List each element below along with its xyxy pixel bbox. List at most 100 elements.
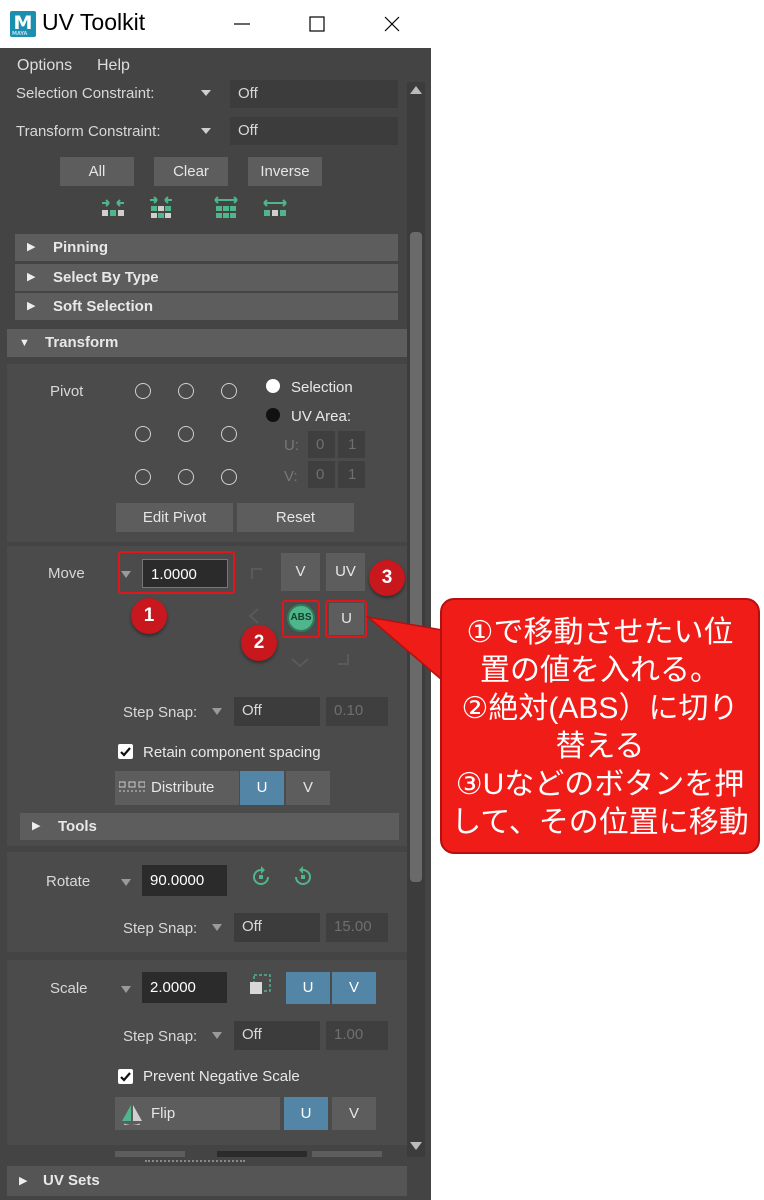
pivot-radio-center[interactable] [178,426,194,442]
flip-button[interactable]: Flip [115,1097,280,1130]
move-step-snap-field[interactable]: Off [234,697,320,726]
section-transform-label: Transform [45,334,119,351]
scale-dropdown-icon[interactable] [121,986,131,993]
selection-constraint-dropdown-icon[interactable] [200,89,212,97]
move-down-right-icon[interactable] [337,653,349,665]
callout-line-5: ③Uなどのボタンを押 [455,768,745,801]
pivot-radio-middle-right[interactable] [221,426,237,442]
clear-button[interactable]: Clear [154,157,228,186]
transform-constraint-field[interactable]: Off [230,117,398,145]
pivot-u-max-field: 1 [338,431,365,458]
flip-u-button[interactable]: U [284,1097,328,1130]
flip-icon [122,1105,142,1125]
move-step-snap-dropdown-icon[interactable] [212,708,222,715]
callout-line-6: して、その位置に移動 [451,806,749,839]
grow-selection-icon[interactable] [262,198,288,220]
menu-help[interactable]: Help [97,57,130,75]
distribute-button[interactable]: Distribute [115,771,239,805]
clipped-row-button-2[interactable] [312,1151,382,1157]
menu-bar: Options Help [0,48,431,82]
move-down-icon[interactable] [291,657,309,669]
title-bar: M MAYA UV Toolkit [0,0,431,48]
prevent-negative-scale-checkbox[interactable] [118,1069,133,1084]
move-uv-button[interactable]: UV [326,553,365,591]
inverse-button[interactable]: Inverse [248,157,322,186]
shrink-region-icon[interactable] [148,196,174,222]
select-all-button[interactable]: All [60,157,134,186]
maximize-icon [309,16,325,32]
rotate-step-snap-dropdown-icon[interactable] [212,924,222,931]
rotate-dropdown-icon[interactable] [121,879,131,886]
reset-pivot-button[interactable]: Reset [237,503,354,532]
scale-step-snap-field[interactable]: Off [234,1021,320,1050]
menu-options[interactable]: Options [17,57,72,75]
rotate-value-input[interactable]: 90.0000 [142,865,227,896]
section-select-by-type-label: Select By Type [53,269,159,286]
checkmark-icon [120,747,131,757]
clipped-row-field[interactable] [217,1151,307,1157]
uv-area-pivot-radio[interactable] [266,408,280,422]
retain-spacing-label: Retain component spacing [143,744,321,761]
scroll-down-icon[interactable] [410,1142,422,1150]
selection-constraint-field[interactable]: Off [230,80,398,108]
selection-pivot-radio[interactable] [266,379,280,393]
rotate-label: Rotate [46,873,91,890]
section-select-by-type[interactable]: ▶ Select By Type [15,264,398,291]
flip-v-button[interactable]: V [332,1097,376,1130]
callout-line-2: 置の値を入れる。 [480,654,720,687]
abs-toggle-button[interactable]: ABS [287,604,315,632]
section-soft-selection[interactable]: ▶ Soft Selection [15,293,398,320]
move-label: Move [48,565,85,582]
pivot-radio-bottom-left[interactable] [135,469,151,485]
clipped-row-button[interactable] [115,1151,185,1157]
annotation-badge-3: 3 [369,560,405,596]
rotate-cw-icon[interactable] [292,866,314,888]
section-tools[interactable]: ▶ Tools [20,813,399,840]
scale-u-button[interactable]: U [286,972,330,1004]
callout-pointer [366,615,443,682]
section-uv-sets[interactable]: ▶ UV Sets [7,1166,407,1196]
shrink-selection-icon[interactable] [100,198,126,220]
move-u-button[interactable]: U [329,603,364,635]
close-icon [384,16,400,32]
grow-region-icon[interactable] [213,196,239,222]
move-left-icon[interactable] [248,608,260,624]
distribute-icon [119,781,145,792]
rotate-ccw-icon[interactable] [250,866,272,888]
scroll-up-icon[interactable] [410,86,422,94]
scale-v-button[interactable]: V [332,972,376,1004]
resize-grip[interactable] [145,1160,245,1164]
pivot-radio-top-left[interactable] [135,383,151,399]
minimize-button[interactable] [214,0,270,48]
distribute-u-button[interactable]: U [240,771,284,805]
scale-uniform-icon[interactable] [248,973,272,997]
edit-pivot-button[interactable]: Edit Pivot [116,503,233,532]
collapse-arrow-icon: ▼ [19,337,30,349]
transform-constraint-dropdown-icon[interactable] [200,127,212,135]
move-up-left-icon[interactable] [251,568,263,580]
move-v-button[interactable]: V [281,553,320,591]
scrollbar-thumb[interactable] [410,232,422,882]
pivot-radio-middle-left[interactable] [135,426,151,442]
pivot-radio-bottom-right[interactable] [221,469,237,485]
distribute-v-button[interactable]: V [286,771,330,805]
rotate-step-snap-field[interactable]: Off [234,913,320,942]
section-tools-label: Tools [58,818,97,835]
maximize-button[interactable] [290,0,346,48]
section-transform[interactable]: ▼ Transform [7,329,407,357]
scale-value-input[interactable]: 2.0000 [142,972,227,1003]
expand-arrow-icon: ▶ [27,241,36,253]
scale-step-snap-dropdown-icon[interactable] [212,1032,222,1039]
annotation-callout: ①で移動させたい位 置の値を入れる。 ②絶対(ABS）に切り 替える ③Uなどの… [440,598,760,854]
pivot-radio-top-center[interactable] [178,383,194,399]
close-button[interactable] [364,0,420,48]
annotation-badge-2: 2 [241,625,277,661]
scale-step-snap-amount: 1.00 [326,1021,388,1050]
section-pinning[interactable]: ▶ Pinning [15,234,398,261]
pivot-u-min-field: 0 [308,431,335,458]
pivot-radio-top-right[interactable] [221,383,237,399]
maya-app-icon: M MAYA [10,11,36,37]
pivot-radio-bottom-center[interactable] [178,469,194,485]
retain-spacing-checkbox[interactable] [118,744,133,759]
section-uv-sets-label: UV Sets [43,1172,100,1189]
